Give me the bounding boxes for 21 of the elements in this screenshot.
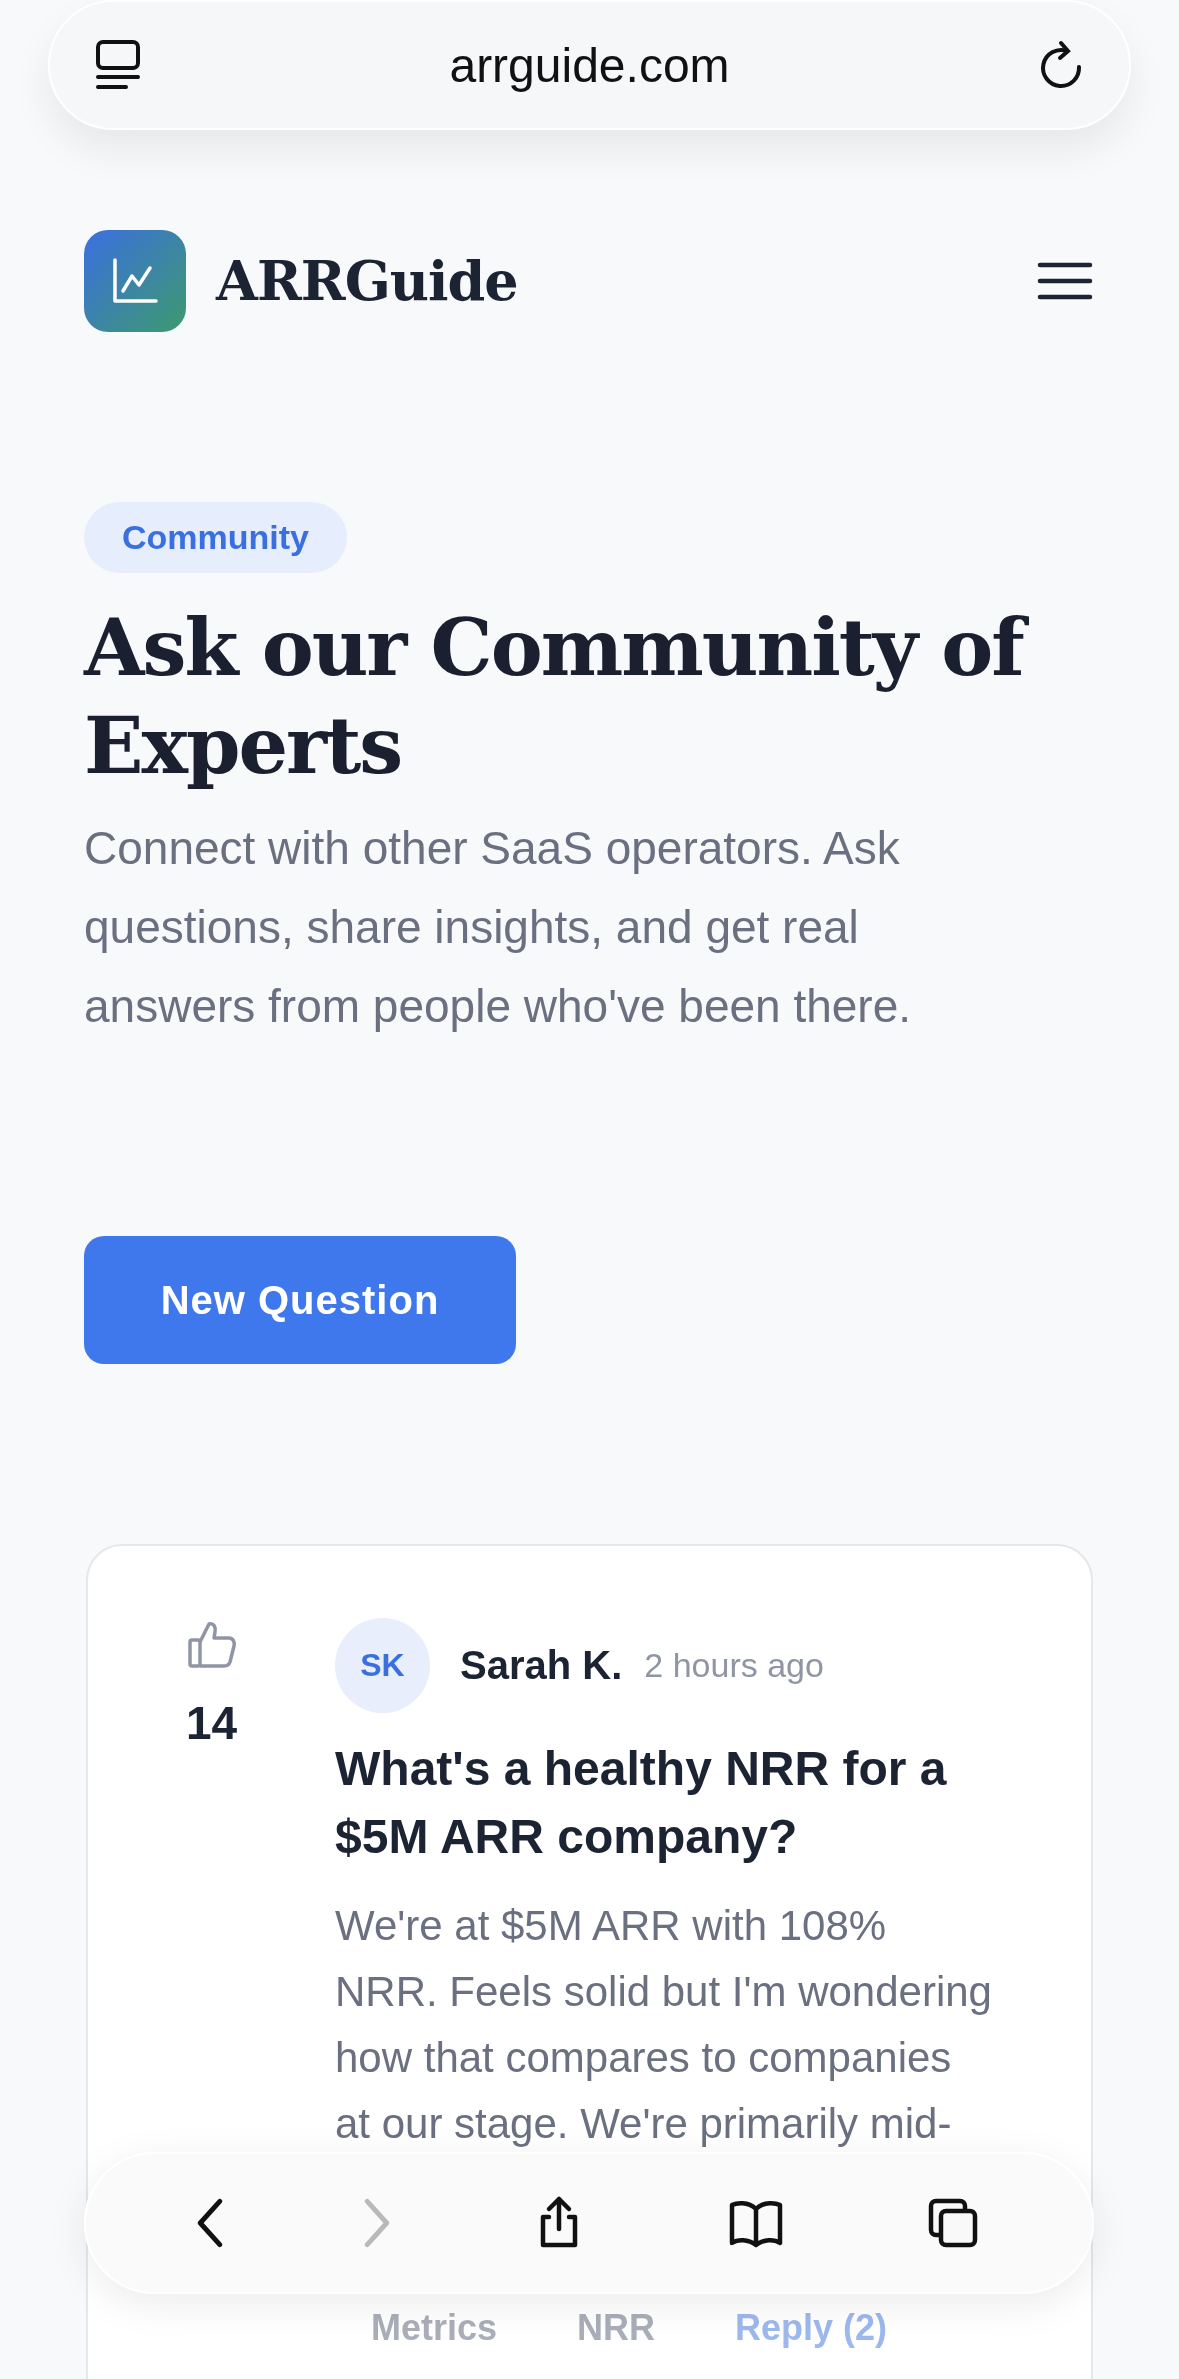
logo-icon[interactable] — [84, 230, 186, 332]
vote-count: 14 — [185, 1696, 238, 1750]
menu-icon[interactable] — [1037, 261, 1093, 301]
address-bar[interactable]: arrguide.com — [48, 0, 1131, 130]
brand-name[interactable]: ARRGuide — [216, 249, 518, 313]
category-badge: Community — [84, 502, 347, 573]
avatar: SK — [335, 1618, 430, 1713]
topic-tag[interactable]: NRR — [577, 2307, 656, 2349]
question-title[interactable]: What's a healthy NRR for a $5M ARR company? — [335, 1735, 997, 1871]
back-button[interactable] — [196, 2198, 223, 2248]
page-title: Ask our Community of Experts — [84, 599, 1095, 795]
new-question-button[interactable]: New Question — [84, 1236, 516, 1364]
reader-icon[interactable] — [94, 39, 142, 91]
page-description: Connect with other SaaS operators. Ask questions, share insights, and get real answers from people who've been there. — [84, 821, 913, 1034]
back-icon — [196, 2198, 223, 2248]
url-text: arrguide.com — [449, 37, 730, 93]
author-name: Sarah K. — [460, 1643, 623, 1688]
topic-tag[interactable]: Metrics — [371, 2307, 498, 2349]
forward-icon — [363, 2198, 390, 2248]
post-time: 2 hours ago — [644, 1646, 824, 1685]
question-body: We're at $5M ARR with 108% NRR. Feels solid but I'm wondering how that compares to companies at our stage. We're primarily mid- — [335, 1901, 993, 2149]
